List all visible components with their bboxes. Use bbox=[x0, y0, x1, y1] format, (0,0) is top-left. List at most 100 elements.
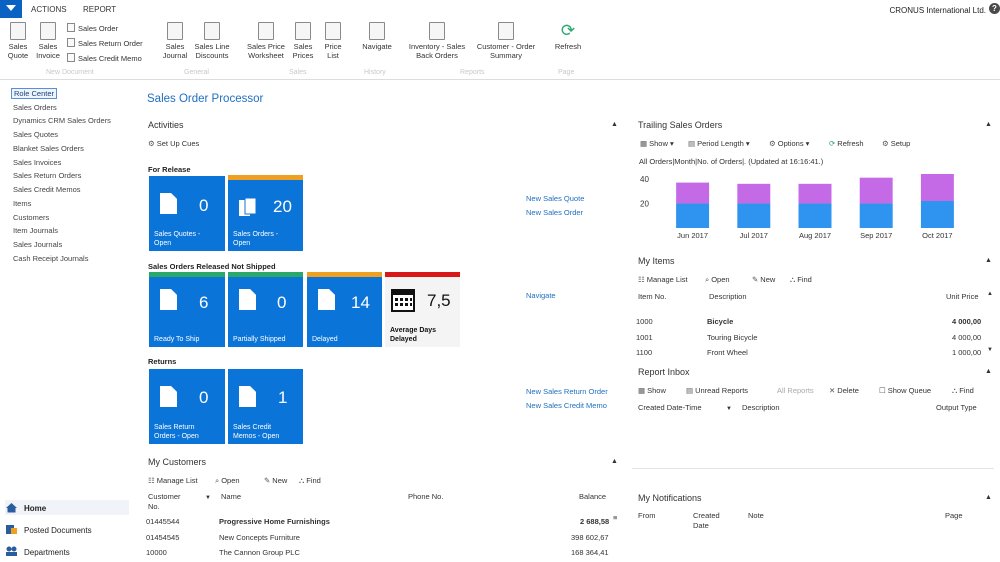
bar-segment[interactable] bbox=[676, 182, 710, 204]
nav-item-sales-credit-memos[interactable]: Sales Credit Memos bbox=[13, 185, 81, 194]
col-page[interactable]: Page bbox=[945, 511, 963, 520]
collapse-activities-icon[interactable]: ▲ bbox=[611, 121, 618, 128]
sort-icon[interactable]: ▼ bbox=[205, 495, 211, 501]
all-reports-button[interactable]: All Reports bbox=[777, 386, 814, 395]
new-sales-order-link[interactable]: New Sales Order bbox=[526, 208, 583, 217]
navigate-link[interactable]: Navigate bbox=[526, 291, 556, 300]
setup-button[interactable]: ⚙ Setup bbox=[882, 139, 910, 148]
customer-balance[interactable]: 168 364,41 bbox=[571, 548, 609, 557]
collapse-trailing-icon[interactable]: ▲ bbox=[985, 121, 992, 128]
collapse-report-inbox-icon[interactable]: ▲ bbox=[985, 368, 992, 375]
customer-no[interactable]: 10000 bbox=[146, 548, 167, 557]
nav-item-sales-quotes[interactable]: Sales Quotes bbox=[13, 130, 58, 139]
customers-find-button[interactable]: ⛬ Find bbox=[299, 476, 321, 486]
col-output-type[interactable]: Output Type bbox=[936, 403, 977, 412]
collapse-notifications-icon[interactable]: ▲ bbox=[985, 494, 992, 501]
bar-segment[interactable] bbox=[737, 203, 771, 228]
item-description[interactable]: Front Wheel bbox=[707, 348, 748, 357]
item-price[interactable]: 1 000,00 bbox=[952, 348, 981, 357]
bar-segment[interactable] bbox=[859, 177, 893, 204]
sort-icon[interactable]: ▼ bbox=[726, 406, 732, 412]
bar-segment[interactable] bbox=[798, 183, 832, 204]
new-sales-credit-memo-link[interactable]: New Sales Credit Memo bbox=[526, 401, 607, 410]
row-menu-icon[interactable]: ≡ bbox=[613, 513, 617, 522]
item-no[interactable]: 1000 bbox=[636, 317, 653, 326]
tile-delayed[interactable]: 14 Delayed bbox=[307, 272, 382, 347]
sales-journal-button[interactable]: Sales Journal bbox=[160, 22, 190, 60]
items-new-button[interactable]: ✎ New bbox=[752, 275, 775, 284]
sales-prices-button[interactable]: Sales Prices bbox=[289, 22, 317, 60]
tile-ready-to-ship[interactable]: 6 Ready To Ship bbox=[149, 272, 225, 347]
sales-credit-memo-button[interactable]: Sales Credit Memo bbox=[67, 53, 142, 63]
help-icon[interactable]: ? bbox=[989, 3, 1000, 14]
customer-name[interactable]: The Cannon Group PLC bbox=[219, 548, 300, 557]
nav-item-crm-sales-orders[interactable]: Dynamics CRM Sales Orders bbox=[13, 116, 111, 125]
item-description[interactable]: Touring Bicycle bbox=[707, 333, 757, 342]
item-price[interactable]: 4 000,00 bbox=[952, 317, 981, 326]
col-phone[interactable]: Phone No. bbox=[408, 492, 443, 501]
customer-balance[interactable]: 398 602,67 bbox=[571, 533, 609, 542]
tile-sales-orders-open[interactable]: 20 Sales Orders - Open bbox=[228, 175, 303, 251]
nav-item-sales-return-orders[interactable]: Sales Return Orders bbox=[13, 171, 81, 180]
item-description[interactable]: Bicycle bbox=[707, 317, 733, 326]
sales-return-order-button[interactable]: Sales Return Order bbox=[67, 38, 143, 48]
col-balance[interactable]: Balance bbox=[579, 492, 606, 501]
period-length-button[interactable]: ▤ Period Length ▾ bbox=[688, 139, 750, 148]
app-menu-button[interactable] bbox=[0, 0, 22, 18]
items-manage-list-button[interactable]: ☷ Manage List bbox=[638, 275, 688, 284]
set-up-cues-button[interactable]: ⚙ Set Up Cues bbox=[148, 139, 199, 148]
customers-manage-list-button[interactable]: ☷ Manage List bbox=[148, 476, 198, 485]
nav-item-sales-orders[interactable]: Sales Orders bbox=[13, 103, 57, 112]
tile-sales-quotes-open[interactable]: 0 Sales Quotes - Open bbox=[149, 176, 225, 251]
col-created-date[interactable]: Created Date bbox=[693, 511, 720, 531]
nav-item-role-center[interactable]: Role Center bbox=[11, 88, 58, 99]
sales-invoice-button[interactable]: Sales Invoice bbox=[34, 22, 62, 60]
tile-partially-shipped[interactable]: 0 Partially Shipped bbox=[228, 272, 303, 347]
tile-average-days-delayed[interactable]: 7,5 Average Days Delayed bbox=[385, 272, 460, 347]
collapse-customers-icon[interactable]: ▲ bbox=[611, 458, 618, 465]
customer-order-summary-button[interactable]: Customer - Order Summary bbox=[472, 22, 540, 60]
bar-segment[interactable] bbox=[920, 201, 954, 228]
trailing-refresh-button[interactable]: ⟳ Refresh bbox=[829, 139, 864, 148]
show-queue-button[interactable]: ☐ Show Queue bbox=[879, 386, 931, 395]
scroll-down-icon[interactable]: ▼ bbox=[987, 347, 993, 353]
collapse-items-icon[interactable]: ▲ bbox=[985, 257, 992, 264]
col-from[interactable]: From bbox=[638, 511, 656, 520]
delete-button[interactable]: ✕ Delete bbox=[829, 386, 859, 395]
tab-actions[interactable]: ACTIONS bbox=[31, 5, 67, 14]
scroll-up-icon[interactable]: ▲ bbox=[987, 291, 993, 297]
tile-sales-return-orders-open[interactable]: 0 Sales Return Orders - Open bbox=[149, 369, 225, 444]
customer-name[interactable]: Progressive Home Furnishings bbox=[219, 517, 330, 526]
bar-segment[interactable] bbox=[676, 203, 710, 228]
col-description[interactable]: Description bbox=[709, 292, 747, 301]
item-no[interactable]: 1100 bbox=[636, 348, 652, 357]
price-list-button[interactable]: Price List bbox=[320, 22, 346, 60]
col-created-date-time[interactable]: Created Date-Time bbox=[638, 403, 702, 412]
nav-item-blanket-sales-orders[interactable]: Blanket Sales Orders bbox=[13, 144, 84, 153]
items-open-button[interactable]: ⌕ Open bbox=[705, 275, 730, 285]
item-no[interactable]: 1001 bbox=[636, 333, 653, 342]
customer-no[interactable]: 01445544 bbox=[146, 517, 179, 526]
unread-reports-button[interactable]: ▤ Unread Reports bbox=[686, 386, 748, 395]
nav-item-items[interactable]: Items bbox=[13, 199, 31, 208]
col-report-description[interactable]: Description bbox=[742, 403, 780, 412]
customer-no[interactable]: 01454545 bbox=[146, 533, 179, 542]
customer-name[interactable]: New Concepts Furniture bbox=[219, 533, 300, 542]
bar-segment[interactable] bbox=[798, 203, 832, 228]
nav-posted-documents[interactable]: Posted Documents bbox=[5, 524, 92, 535]
bar-segment[interactable] bbox=[737, 183, 771, 204]
col-item-no[interactable]: Item No. bbox=[638, 292, 666, 301]
item-price[interactable]: 4 000,00 bbox=[952, 333, 981, 342]
items-find-button[interactable]: ⛬ Find bbox=[790, 275, 812, 285]
sales-quote-button[interactable]: Sales Quote bbox=[4, 22, 32, 60]
customer-balance[interactable]: 2 688,58 bbox=[580, 517, 609, 526]
nav-item-cash-receipt-journals[interactable]: Cash Receipt Journals bbox=[13, 254, 88, 263]
inbox-show-button[interactable]: ▦ Show bbox=[638, 386, 666, 395]
nav-item-customers[interactable]: Customers bbox=[13, 213, 49, 222]
new-sales-return-order-link[interactable]: New Sales Return Order bbox=[526, 387, 608, 396]
refresh-button[interactable]: ⟳ Refresh bbox=[550, 22, 586, 52]
col-name[interactable]: Name bbox=[221, 492, 241, 501]
inventory-sales-back-orders-button[interactable]: Inventory - Sales Back Orders bbox=[404, 22, 470, 60]
new-sales-quote-link[interactable]: New Sales Quote bbox=[526, 194, 584, 203]
sales-order-button[interactable]: Sales Order bbox=[67, 23, 118, 33]
